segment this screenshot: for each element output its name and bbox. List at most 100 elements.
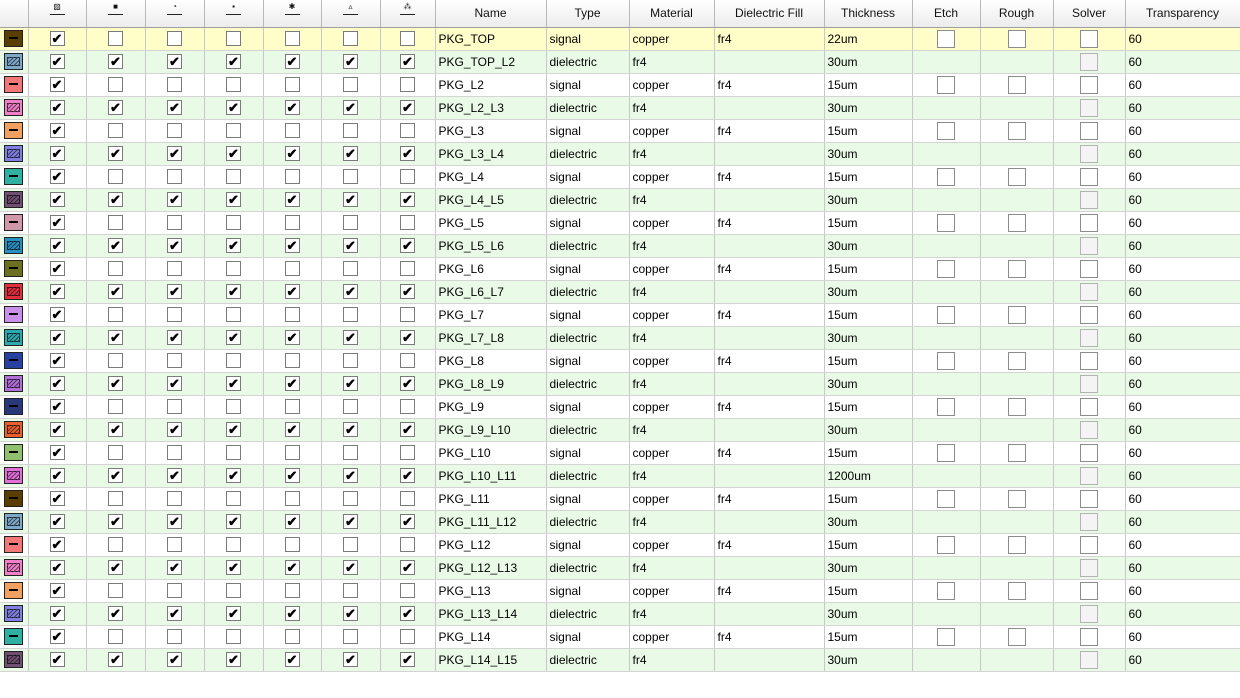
table-row[interactable]: ✔ ✔ ✔ ✔ ✔ ✔ ✔ PKG_L7_L8 dielectric fr4 30um 60 xyxy=(0,326,1240,350)
table-row[interactable]: ✔ ✔ ✔ ✔ ✔ ✔ ✔ PKG_L4_L5 dielectric fr4 30um 60 xyxy=(0,188,1240,212)
transparency-cell[interactable]: 60 xyxy=(1125,257,1240,281)
table-row[interactable]: ✔ PKG_L12 signal copper fr4 15um 60 xyxy=(0,533,1240,557)
thickness-cell[interactable]: 15um xyxy=(824,487,913,511)
rough-checkbox[interactable] xyxy=(1007,259,1026,278)
material-cell[interactable]: copper xyxy=(629,303,715,327)
dielectric-fill-cell[interactable]: fr4 xyxy=(714,303,825,327)
net-checkbox[interactable]: ✔ xyxy=(284,192,300,208)
layer-color-swatch[interactable] xyxy=(4,536,24,553)
swatch-checkbox[interactable]: ✔ xyxy=(49,238,65,254)
etch-checkbox[interactable] xyxy=(937,397,955,416)
transparency-cell[interactable]: 60 xyxy=(1125,510,1240,534)
transparency-cell[interactable]: 60 xyxy=(1125,372,1240,396)
bump-checkbox[interactable]: ✔ xyxy=(343,330,358,346)
thickness-cell[interactable]: 22um xyxy=(824,27,913,51)
visibility-checkbox[interactable]: ✔ xyxy=(108,514,123,530)
solver-checkbox[interactable] xyxy=(1080,443,1098,462)
rough-checkbox[interactable] xyxy=(1007,443,1026,462)
layer-color-swatch[interactable] xyxy=(4,444,24,461)
layer-type-cell[interactable]: dielectric xyxy=(546,372,630,396)
layer-name-cell[interactable]: PKG_L7 xyxy=(435,303,547,327)
layer-name-cell[interactable]: PKG_L14_L15 xyxy=(435,648,547,672)
material-cell[interactable]: copper xyxy=(629,119,715,143)
layer-name-cell[interactable]: PKG_L8_L9 xyxy=(435,372,547,396)
via-checkbox[interactable] xyxy=(400,399,415,415)
via-checkbox[interactable] xyxy=(400,31,415,47)
net-checkbox[interactable]: ✔ xyxy=(284,514,300,530)
rough-checkbox[interactable] xyxy=(1007,305,1026,324)
etch-checkbox[interactable] xyxy=(937,29,955,48)
net-checkbox[interactable] xyxy=(284,169,300,185)
swatch-checkbox[interactable]: ✔ xyxy=(49,652,65,668)
dielectric-fill-cell[interactable] xyxy=(714,50,825,74)
layer-column-header[interactable]: ▪ xyxy=(204,0,264,28)
swatch-checkbox[interactable]: ✔ xyxy=(49,100,65,116)
rough-column-header[interactable]: Rough xyxy=(980,0,1054,28)
via-checkbox[interactable] xyxy=(400,77,415,93)
layer-checkbox[interactable] xyxy=(226,261,241,277)
bump-checkbox[interactable] xyxy=(343,353,358,369)
bump-checkbox[interactable] xyxy=(343,77,358,93)
rough-checkbox[interactable] xyxy=(1007,29,1026,48)
layer-color-cell[interactable] xyxy=(0,395,29,419)
transparency-cell[interactable]: 60 xyxy=(1125,234,1240,258)
etch-checkbox[interactable] xyxy=(937,351,955,370)
net-checkbox[interactable] xyxy=(284,123,300,139)
visibility-checkbox[interactable]: ✔ xyxy=(108,606,123,622)
material-cell[interactable]: fr4 xyxy=(629,50,715,74)
net-checkbox[interactable]: ✔ xyxy=(284,652,300,668)
transparency-cell[interactable]: 60 xyxy=(1125,119,1240,143)
thickness-cell[interactable]: 30um xyxy=(824,418,913,442)
etch-checkbox[interactable] xyxy=(937,305,955,324)
table-row[interactable]: ✔ PKG_L7 signal copper fr4 15um 60 xyxy=(0,303,1240,327)
drill-checkbox[interactable]: ✔ xyxy=(167,376,182,392)
bump-checkbox[interactable]: ✔ xyxy=(343,100,358,116)
etch-checkbox[interactable] xyxy=(937,259,955,278)
table-row[interactable]: ✔ PKG_L14 signal copper fr4 15um 60 xyxy=(0,625,1240,649)
thickness-cell[interactable]: 15um xyxy=(824,119,913,143)
layer-color-cell[interactable] xyxy=(0,349,29,373)
visibility-checkbox[interactable]: ✔ xyxy=(108,54,123,70)
layer-color-cell[interactable] xyxy=(0,625,29,649)
material-cell[interactable]: copper xyxy=(629,257,715,281)
layer-color-cell[interactable] xyxy=(0,602,29,626)
layer-checkbox[interactable] xyxy=(226,445,241,461)
layer-color-swatch[interactable] xyxy=(4,398,24,415)
visibility-checkbox[interactable]: ✔ xyxy=(108,422,123,438)
thickness-cell[interactable]: 15um xyxy=(824,211,913,235)
layer-color-swatch[interactable] xyxy=(4,53,24,70)
layer-color-cell[interactable] xyxy=(0,257,29,281)
layer-checkbox[interactable]: ✔ xyxy=(226,376,241,392)
net-checkbox[interactable] xyxy=(284,491,300,507)
layer-checkbox[interactable] xyxy=(226,353,241,369)
transparency-cell[interactable]: 60 xyxy=(1125,395,1240,419)
layer-color-swatch[interactable] xyxy=(4,191,24,208)
layer-color-cell[interactable] xyxy=(0,510,29,534)
layer-name-cell[interactable]: PKG_L3 xyxy=(435,119,547,143)
transparency-cell[interactable]: 60 xyxy=(1125,142,1240,166)
bump-checkbox[interactable] xyxy=(343,123,358,139)
layer-type-cell[interactable]: dielectric xyxy=(546,234,630,258)
layer-checkbox[interactable] xyxy=(226,169,241,185)
layer-color-cell[interactable] xyxy=(0,533,29,557)
bump-checkbox[interactable]: ✔ xyxy=(343,376,358,392)
transparency-cell[interactable]: 60 xyxy=(1125,625,1240,649)
solver-checkbox[interactable] xyxy=(1080,397,1098,416)
drill-checkbox[interactable] xyxy=(167,583,182,599)
swatch-checkbox[interactable]: ✔ xyxy=(49,353,65,369)
via-checkbox[interactable]: ✔ xyxy=(400,284,415,300)
dielectric-fill-cell[interactable] xyxy=(714,648,825,672)
material-cell[interactable]: fr4 xyxy=(629,280,715,304)
layer-name-cell[interactable]: PKG_L5_L6 xyxy=(435,234,547,258)
thickness-cell[interactable]: 1200um xyxy=(824,464,913,488)
net-checkbox[interactable] xyxy=(284,353,300,369)
layer-checkbox[interactable]: ✔ xyxy=(226,330,241,346)
transparency-cell[interactable]: 60 xyxy=(1125,602,1240,626)
layer-type-cell[interactable]: dielectric xyxy=(546,326,630,350)
material-cell[interactable]: copper xyxy=(629,27,715,51)
dielectric-fill-cell[interactable]: fr4 xyxy=(714,165,825,189)
rough-checkbox[interactable] xyxy=(1007,535,1026,554)
dielectric-fill-cell[interactable] xyxy=(714,510,825,534)
visibility-checkbox[interactable] xyxy=(108,77,123,93)
name-column-header[interactable]: Name xyxy=(435,0,547,28)
